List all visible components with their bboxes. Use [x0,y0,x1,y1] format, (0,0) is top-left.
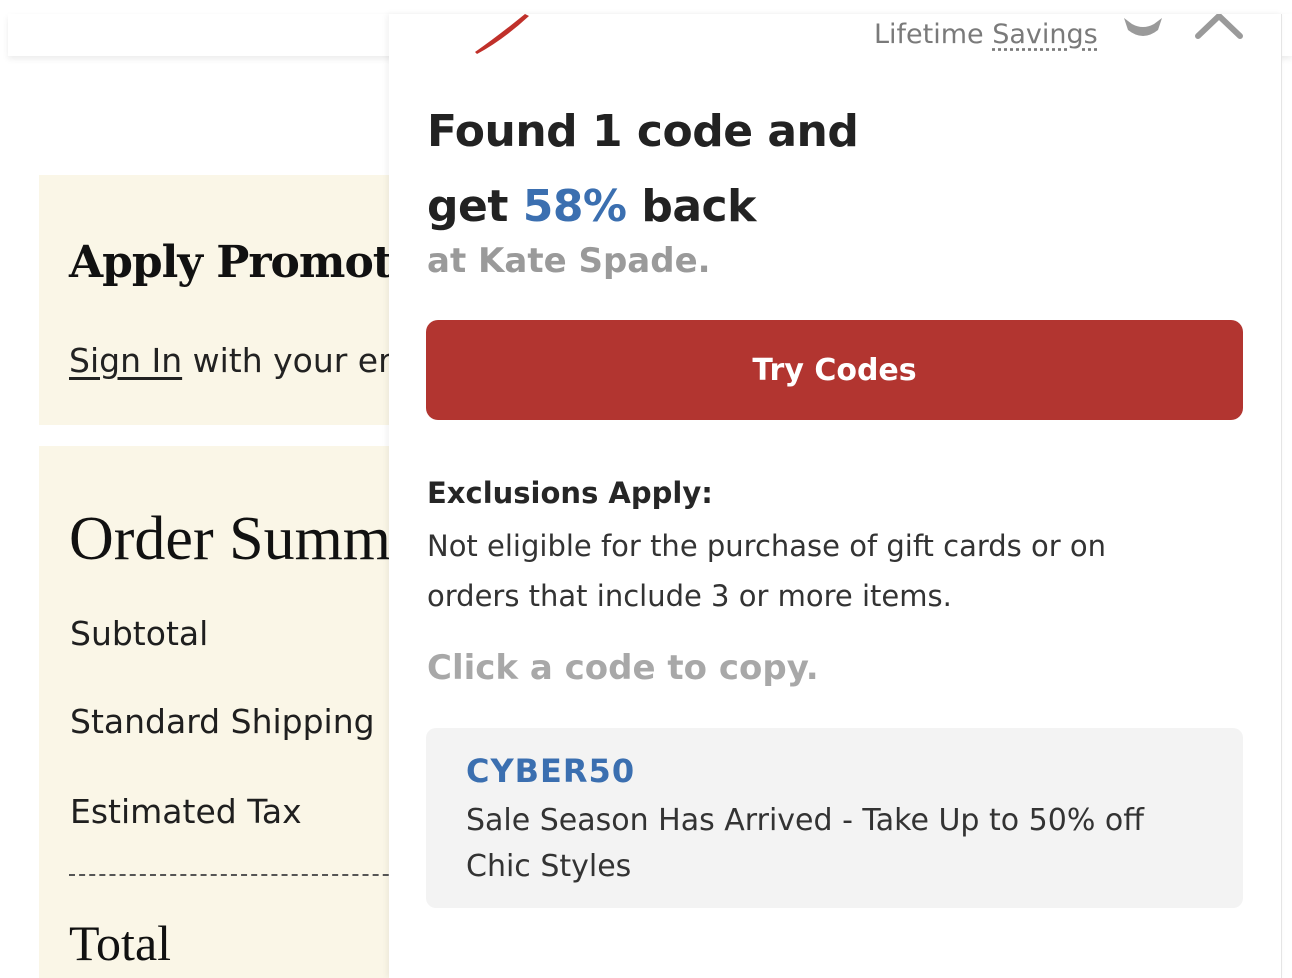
order-summary-title: Order Summ [69,505,392,573]
lifetime-prefix: Lifetime [874,19,993,50]
apply-promotion-card: Apply Promoti Sign In with your em [39,175,410,425]
headline-line-2-post: back [626,181,756,232]
logo-icon [475,14,529,54]
headline-line-1: Found 1 code and [427,106,859,157]
exclusions-title: Exclusions Apply: [427,476,713,510]
signin-rest-text: with your em [182,341,411,380]
exclusions-text: Not eligible for the purchase of gift ca… [427,529,1107,613]
lifetime-savings-link[interactable]: Savings [992,19,1097,50]
coupon-extension-panel: Lifetime Savings Found 1 code and get 58… [389,14,1282,978]
shipping-label: Standard Shipping [70,702,375,741]
cashback-percent: 58% [522,181,627,232]
try-codes-button[interactable]: Try Codes [426,320,1243,420]
headline-line-2-pre: get [427,181,523,232]
summary-divider [69,874,409,876]
estimated-tax-label: Estimated Tax [70,792,302,831]
coupon-code-card[interactable]: CYBER50 Sale Season Has Arrived - Take U… [426,728,1243,908]
close-icon[interactable] [1194,14,1244,44]
total-label: Total [69,915,172,971]
order-summary-card: Order Summ Subtotal Standard Shipping Es… [39,446,409,978]
coupon-code[interactable]: CYBER50 [466,752,635,790]
lifetime-savings[interactable]: Lifetime Savings [874,19,1098,50]
promo-signin-text: Sign In with your em [69,341,410,380]
subtotal-label: Subtotal [70,614,209,653]
coupon-description: Sale Season Has Arrived - Take Up to 50%… [466,803,1144,884]
click-to-copy-hint: Click a code to copy. [427,648,819,688]
headline: Found 1 code and get 58% back [427,94,859,244]
promo-card-title: Apply Promoti [69,237,409,288]
sign-in-link[interactable]: Sign In [69,341,182,380]
store-name-line: at Kate Spade. [427,241,711,281]
gear-icon[interactable] [1118,14,1168,44]
